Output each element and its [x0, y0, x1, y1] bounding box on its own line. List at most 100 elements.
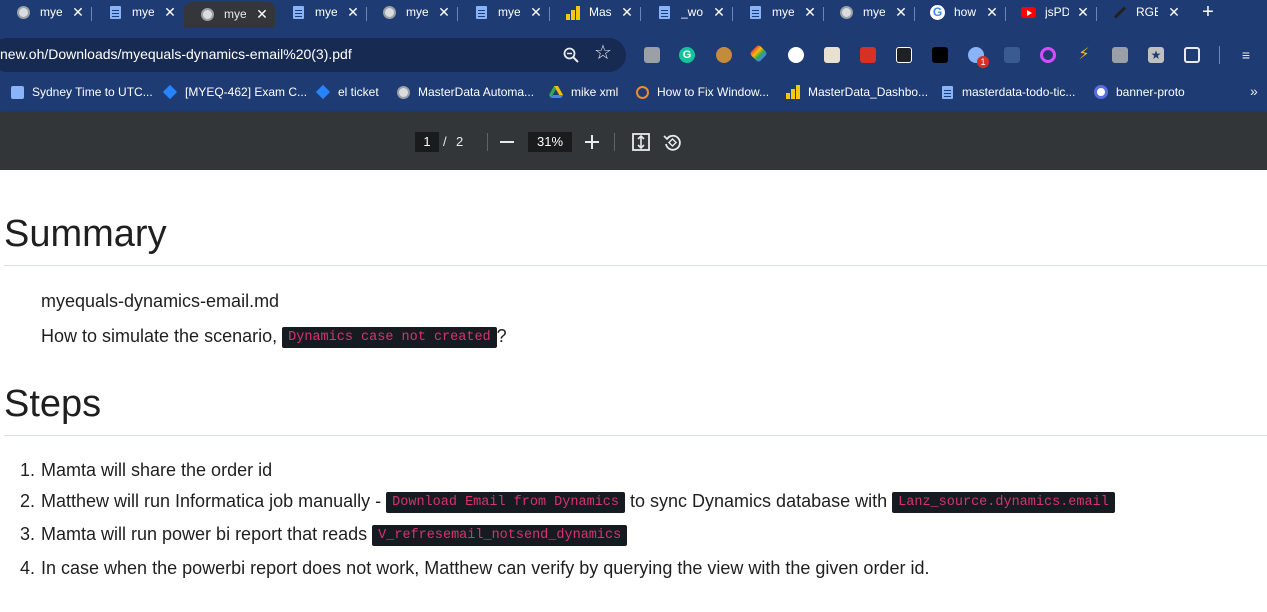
toolbar-divider	[1219, 46, 1220, 64]
extension-icon[interactable]	[860, 47, 876, 63]
close-icon[interactable]: ✕	[345, 3, 361, 21]
code-inline: V_refresemail_notsend_dynamics	[372, 524, 628, 546]
url-text[interactable]: new.oh/Downloads/myequals-dynamics-email…	[0, 46, 352, 62]
extension-icon[interactable]	[644, 47, 660, 63]
globe-icon	[16, 5, 31, 20]
app-icon	[1094, 85, 1108, 99]
tab-title: jsPD	[1045, 5, 1069, 19]
close-icon[interactable]: ✕	[70, 3, 86, 21]
extension-icon[interactable]	[1040, 47, 1056, 63]
grammarly-icon[interactable]: G	[679, 47, 695, 63]
rotate-icon[interactable]	[663, 133, 682, 152]
tab-12[interactable]: jsPD ✕	[1005, 0, 1096, 26]
tab-4[interactable]: mye ✕	[275, 0, 366, 26]
close-icon[interactable]: ✕	[436, 3, 452, 21]
lightning-icon[interactable]: ⚡	[1076, 47, 1092, 63]
page-separator: /	[443, 134, 447, 149]
globe-icon	[200, 7, 215, 22]
list-item: 3. Mamta will run power bi report that re…	[20, 524, 628, 546]
close-icon[interactable]: ✕	[984, 3, 1000, 21]
bookmark-item[interactable]: mike xml	[549, 82, 618, 102]
address-bar[interactable]: new.oh/Downloads/myequals-dynamics-email…	[0, 38, 626, 72]
close-icon[interactable]: ✕	[1075, 3, 1091, 21]
bookmark-item[interactable]: How to Fix Window...	[635, 82, 769, 102]
tab-13[interactable]: RGE ✕	[1096, 0, 1187, 26]
google-icon: G	[930, 5, 945, 20]
extension-icon[interactable]	[824, 47, 840, 63]
tab-title: _wo	[681, 5, 703, 19]
tab-title: mye	[406, 5, 428, 19]
bookmark-item[interactable]: MasterData_Dashbo...	[786, 82, 928, 102]
bookmark-item[interactable]: Sydney Time to UTC...	[10, 82, 153, 102]
zoom-level-input[interactable]: 31%	[528, 132, 572, 152]
reading-list-icon[interactable]: ≡	[1238, 47, 1254, 63]
color-picker-icon[interactable]	[749, 44, 768, 63]
zoom-in-icon[interactable]	[585, 132, 599, 152]
toolbar-divider	[487, 133, 488, 151]
close-icon[interactable]: ✕	[893, 3, 909, 21]
extension-icon[interactable]	[788, 47, 804, 63]
close-icon[interactable]: ✕	[802, 3, 818, 21]
page-total: 2	[456, 134, 464, 149]
close-icon[interactable]: ✕	[162, 3, 178, 21]
tab-3-active[interactable]: mye ✕	[184, 2, 275, 28]
tab-7[interactable]: Mas ✕	[549, 0, 640, 26]
tab-2[interactable]: mye ✕	[92, 0, 183, 26]
bookmark-item[interactable]: el ticket	[315, 82, 379, 102]
page-number-input[interactable]: 1	[415, 132, 439, 152]
doc-icon	[291, 5, 306, 20]
extension-icon[interactable]	[1004, 47, 1020, 63]
bookmark-label: MasterData Automa...	[418, 85, 535, 99]
tab-1[interactable]: mye ✕	[0, 0, 91, 26]
close-icon[interactable]: ✕	[1166, 3, 1182, 21]
tab-title: mye	[40, 5, 62, 19]
star-extension-icon[interactable]: ★	[1148, 47, 1164, 63]
bookmark-label: MasterData_Dashbo...	[808, 85, 929, 99]
list-item: 1. Mamta will share the order id	[20, 460, 272, 481]
list-number: 2.	[20, 491, 36, 511]
terminal-icon[interactable]	[932, 47, 948, 63]
tab-strip: mye ✕ mye ✕ mye ✕ mye ✕ mye ✕ mye ✕ Mas …	[0, 0, 1267, 28]
list-number: 1.	[20, 460, 36, 480]
bookmark-item[interactable]: masterdata-todo-tic...	[940, 82, 1075, 102]
close-icon[interactable]: ✕	[528, 3, 544, 21]
summary-heading: Summary	[4, 213, 167, 255]
fit-to-page-icon[interactable]	[632, 133, 650, 151]
bookmark-label: el ticket	[338, 85, 379, 99]
doc-icon	[748, 5, 763, 20]
zoom-icon[interactable]	[563, 47, 579, 63]
tab-title: RGE	[1136, 5, 1158, 19]
steps-heading: Steps	[4, 383, 102, 425]
tab-11[interactable]: G how ✕	[914, 0, 1005, 26]
puzzle-icon[interactable]	[1184, 47, 1200, 63]
youtube-icon	[1021, 5, 1036, 20]
toolbar-divider	[614, 133, 615, 151]
tab-5[interactable]: mye ✕	[366, 0, 457, 26]
close-icon[interactable]: ✕	[254, 5, 270, 23]
close-icon[interactable]: ✕	[619, 3, 635, 21]
extension-icon[interactable]: 1	[968, 47, 989, 68]
jira-icon	[315, 84, 331, 100]
bookmark-item[interactable]: [MYEQ-462] Exam C...	[162, 82, 307, 102]
bookmark-item[interactable]: MasterData Automa...	[396, 82, 534, 102]
pen-icon	[1112, 5, 1127, 20]
chevron-double-right-icon[interactable]: »	[1250, 83, 1258, 99]
pdf-toolbar: 1 / 2 31%	[0, 112, 1267, 170]
new-tab-button[interactable]: +	[1198, 2, 1218, 22]
tab-6[interactable]: mye ✕	[458, 0, 549, 26]
tab-8[interactable]: _wo ✕	[641, 0, 732, 26]
bookmark-item[interactable]: banner-proto	[1094, 82, 1185, 102]
jira-icon	[162, 84, 178, 100]
image-icon[interactable]	[1112, 47, 1128, 63]
badge: 1	[977, 56, 989, 68]
bookmark-star-icon[interactable]: ☆	[594, 43, 614, 63]
zoom-out-icon[interactable]	[500, 141, 514, 143]
close-icon[interactable]: ✕	[711, 3, 727, 21]
bookmark-icon	[635, 85, 649, 99]
extension-icon[interactable]	[896, 47, 912, 63]
globe-icon	[382, 5, 397, 20]
tab-9[interactable]: mye ✕	[732, 0, 823, 26]
step-text: to sync Dynamics database with	[630, 491, 888, 511]
cookie-icon[interactable]	[716, 47, 732, 63]
tab-10[interactable]: mye ✕	[823, 0, 914, 26]
